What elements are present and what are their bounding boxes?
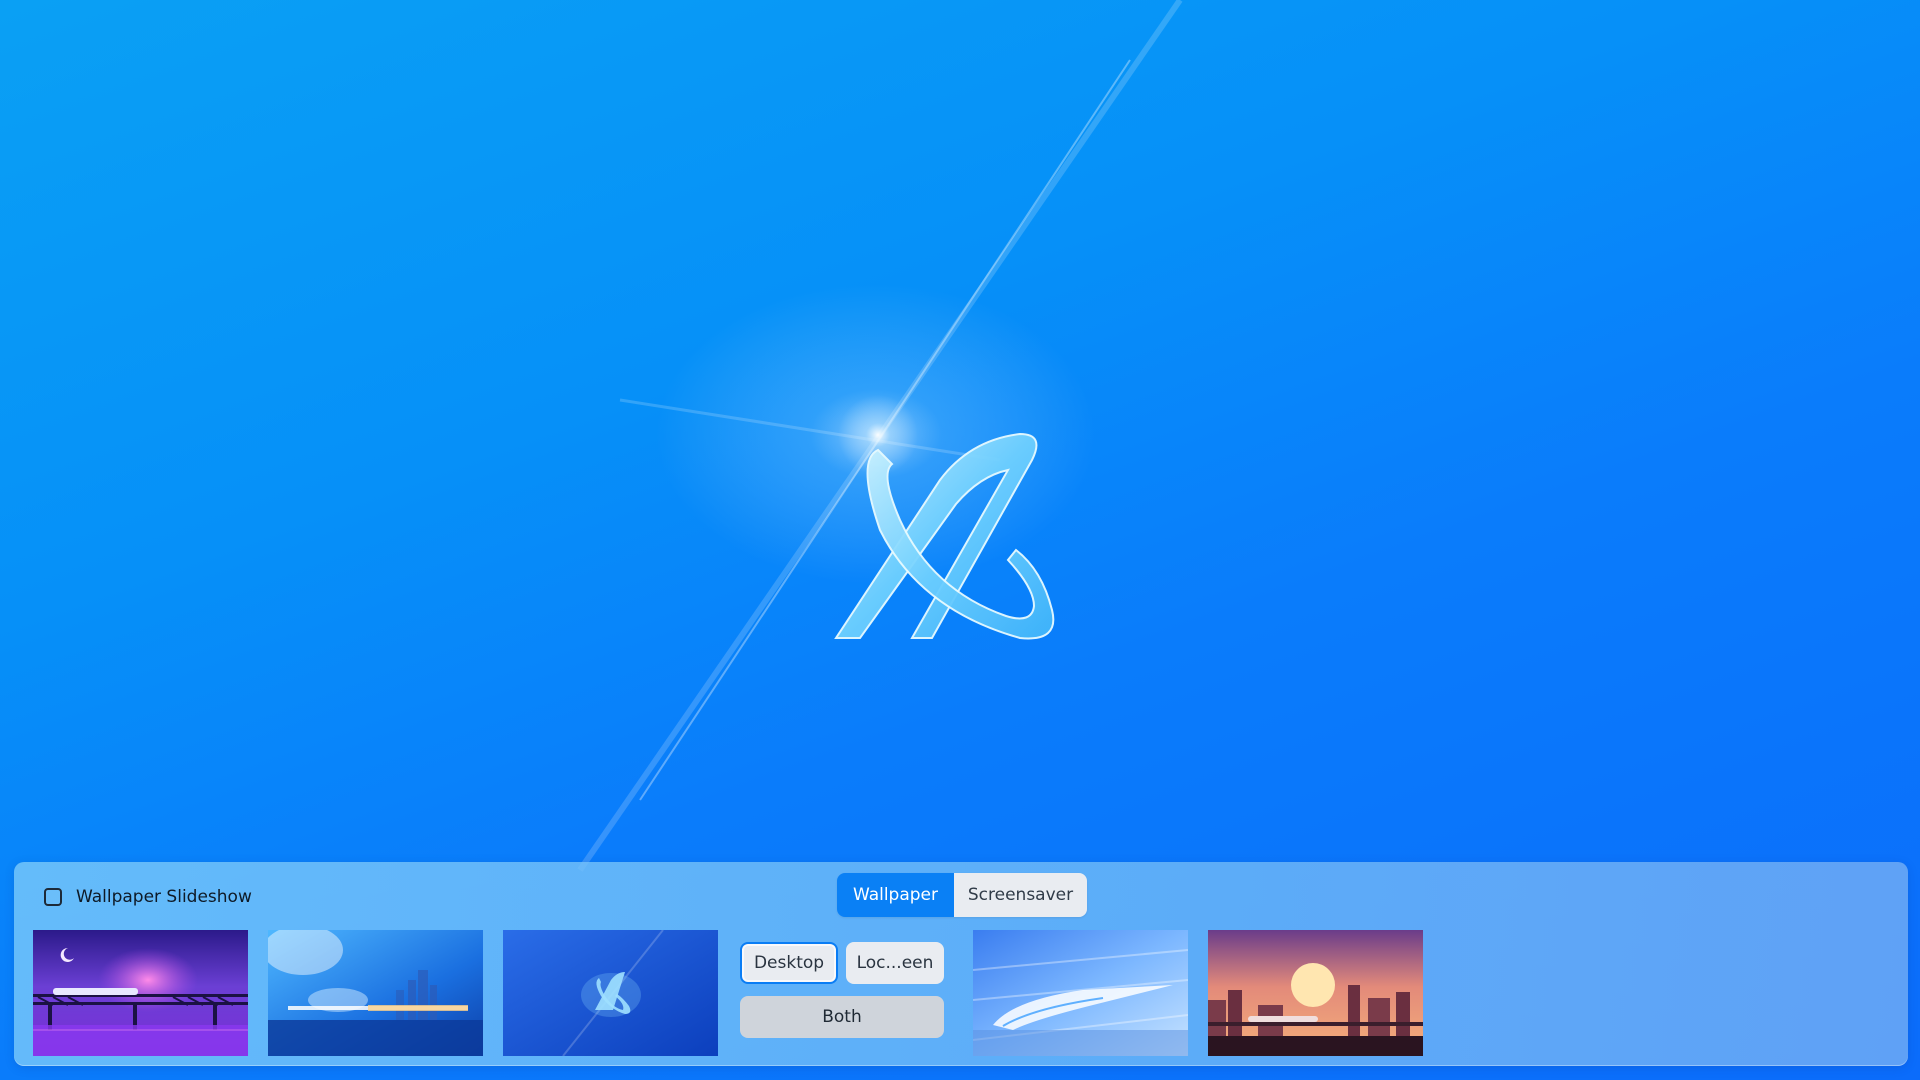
wallpaper-thumbnail-blue-logo[interactable]: [503, 930, 718, 1056]
wallpaper-thumbnail-speed-train[interactable]: [973, 930, 1188, 1056]
tab-wallpaper[interactable]: Wallpaper: [837, 873, 954, 917]
slideshow-label: Wallpaper Slideshow: [76, 887, 252, 907]
apply-lock-screen-button[interactable]: Loc...een: [846, 942, 944, 984]
apply-to-options: Desktop Loc...een Both: [738, 930, 953, 1056]
apply-desktop-button[interactable]: Desktop: [740, 942, 838, 984]
kylin-logo-icon: [834, 432, 1055, 640]
mode-tabs: Wallpaper Screensaver: [837, 873, 1087, 917]
wallpaper-thumbnail-sunset-city-train[interactable]: [1208, 930, 1423, 1056]
wallpaper-thumbnail-night-train-bridge[interactable]: [33, 930, 248, 1056]
wallpaper-slideshow-toggle[interactable]: Wallpaper Slideshow: [44, 882, 252, 912]
apply-both-button[interactable]: Both: [740, 996, 944, 1038]
slideshow-checkbox[interactable]: [44, 888, 62, 906]
wallpaper-thumbnail-list: Desktop Loc...een Both: [33, 930, 1423, 1056]
wallpaper-thumbnail-blue-city-train[interactable]: [268, 930, 483, 1056]
wallpaper-settings-panel: Wallpaper Slideshow Wallpaper Screensave…: [14, 862, 1908, 1066]
tab-screensaver[interactable]: Screensaver: [954, 873, 1087, 917]
